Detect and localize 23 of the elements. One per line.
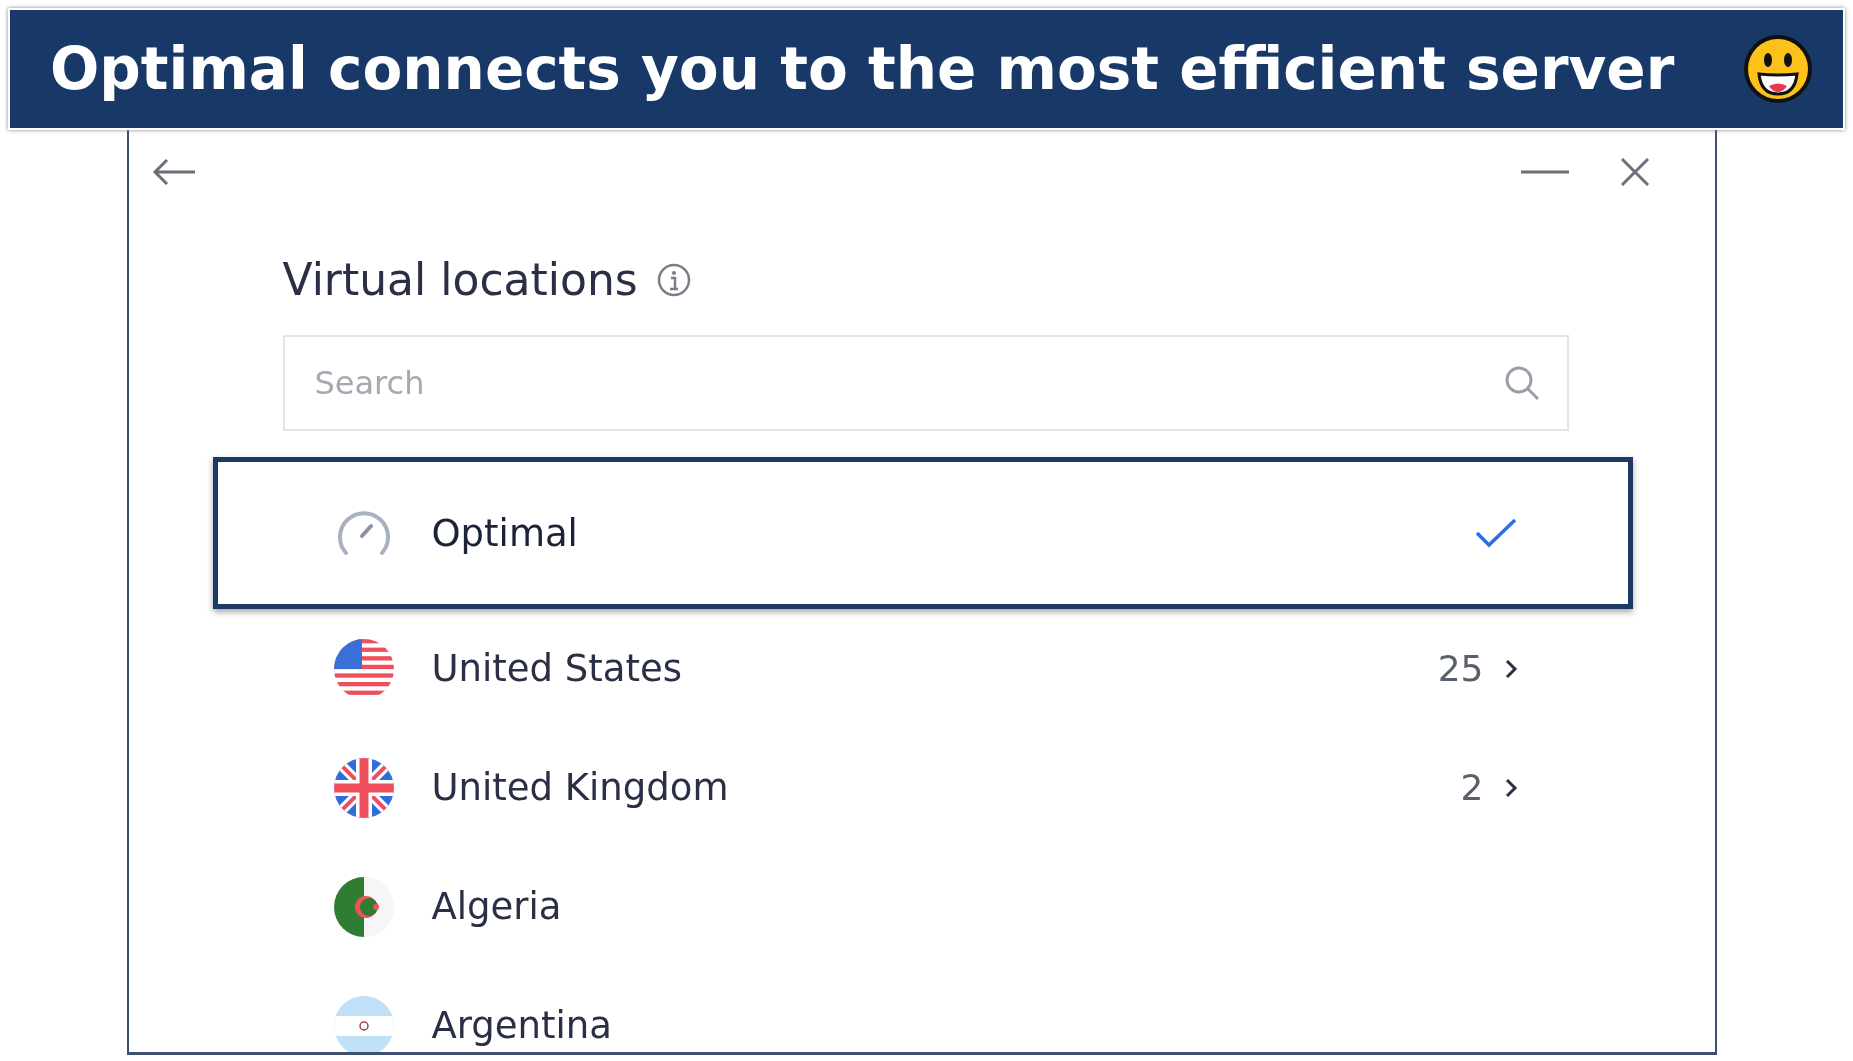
location-item[interactable]: Argentina: [212, 966, 1633, 1052]
minimize-icon[interactable]: [1520, 169, 1569, 175]
search-field[interactable]: Search: [282, 335, 1569, 431]
chevron-right-icon[interactable]: [1503, 776, 1518, 799]
location-name: Optimal: [431, 511, 579, 555]
location-item[interactable]: Algeria: [212, 847, 1633, 966]
location-item[interactable]: United Kingdom 2: [212, 728, 1633, 847]
location-name: Argentina: [431, 1004, 613, 1047]
page-title: Virtual locations: [282, 254, 638, 305]
location-name: United States: [431, 647, 684, 690]
caption-text: Optimal connects you to the most efficient server: [50, 35, 1675, 103]
server-count: 2: [1460, 767, 1484, 808]
close-icon[interactable]: [1618, 156, 1651, 188]
checkmark-icon: [1473, 517, 1518, 549]
info-icon[interactable]: [655, 261, 692, 298]
location-item[interactable]: United States 25: [212, 609, 1633, 728]
location-name: Algeria: [431, 885, 563, 928]
smiley-icon: [1743, 34, 1813, 104]
location-name: United Kingdom: [431, 766, 730, 809]
server-count: 25: [1437, 648, 1484, 689]
chevron-right-icon[interactable]: [1503, 657, 1518, 680]
location-item[interactable]: Optimal: [212, 457, 1633, 609]
back-arrow-icon[interactable]: [150, 157, 197, 187]
